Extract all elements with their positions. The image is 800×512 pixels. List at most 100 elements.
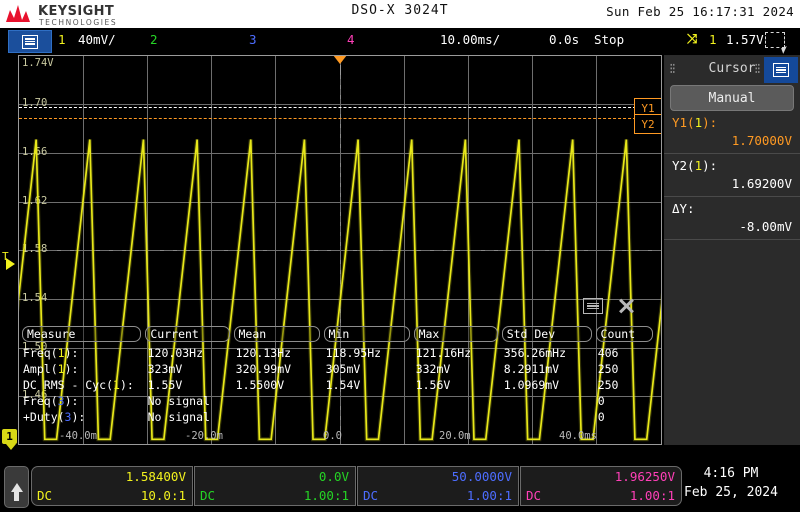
measurement-row[interactable]: DC RMS - Cyc(1): 1.55V 1.5500V 1.54V 1.56V 1.… bbox=[22, 377, 657, 393]
measurement-min: 118.95Hz bbox=[325, 346, 382, 360]
ch2-offset: 0.0V bbox=[318, 469, 349, 484]
measurement-max: 121.16Hz bbox=[415, 346, 472, 360]
measurement-stddev bbox=[503, 409, 597, 425]
measure-menu-icon[interactable] bbox=[583, 298, 603, 314]
h-label-3: 20.0m bbox=[439, 430, 471, 442]
measurement-mean bbox=[235, 393, 325, 409]
channel-1-ground-marker[interactable]: 1 bbox=[2, 429, 17, 450]
run-state[interactable]: Stop bbox=[594, 32, 624, 47]
cursor-sidebar: Cursor Manual Y1(1): 1.70000V Y2(1): 1.6920… bbox=[664, 55, 800, 445]
cursor-readout-label: Y1(1): bbox=[672, 115, 718, 130]
measurement-min: 305mV bbox=[325, 362, 361, 376]
measurement-row[interactable]: Freq(1): 120.03Hz 120.13Hz 118.95Hz 121.16Hz… bbox=[22, 345, 657, 361]
cursor-readout-row[interactable]: Y1(1): 1.70000V bbox=[664, 111, 800, 154]
ch1-scale[interactable]: 40mV/ bbox=[78, 32, 116, 47]
cursor-readout-label: Y2(1): bbox=[672, 158, 718, 173]
measurement-count: 406 bbox=[597, 346, 619, 360]
oscilloscope-screen: KEYSIGHT TECHNOLOGIES DSO-X 3024T Sun Fe… bbox=[0, 0, 800, 512]
cursor-readout-row[interactable]: ΔY: -8.00mV bbox=[664, 197, 800, 240]
sidebar-title: Cursor bbox=[708, 60, 756, 76]
cursor-readout-label: ΔY: bbox=[672, 201, 695, 216]
measurement-stddev bbox=[503, 393, 597, 409]
sidebar-header: Cursor bbox=[664, 55, 800, 83]
delay-value[interactable]: 0.0s bbox=[549, 32, 579, 47]
measurement-current: 1.55V bbox=[147, 378, 183, 392]
selection-cursor-icon[interactable] bbox=[765, 32, 785, 48]
ch3-offset: 50.0000V bbox=[451, 469, 512, 484]
bottom-ch4-box[interactable]: 1.96250V DC 1.00:1 bbox=[520, 466, 682, 506]
measurement-stddev: 8.2911mV bbox=[503, 362, 560, 376]
ch2-indicator[interactable]: 2 bbox=[150, 32, 158, 47]
measurement-toolbar bbox=[583, 297, 635, 315]
ch3-probe-ratio: 1.00:1 bbox=[466, 488, 512, 503]
trigger-source[interactable]: 1 bbox=[709, 32, 717, 47]
clock-date: Feb 25, 2024 bbox=[684, 485, 778, 500]
sidebar-menu-icon bbox=[773, 63, 789, 77]
cursor-readout-value: 1.69200V bbox=[731, 176, 792, 191]
measurement-count: 0 bbox=[597, 410, 605, 424]
col-header-max: Max bbox=[413, 326, 498, 342]
col-header-count: Count bbox=[595, 326, 653, 342]
trigger-level-marker-arrow[interactable] bbox=[6, 258, 15, 270]
h-label-0: -40.0m bbox=[59, 430, 97, 442]
close-icon[interactable] bbox=[617, 297, 635, 315]
ch4-indicator[interactable]: 4 bbox=[347, 32, 355, 47]
clock-time: 4:16 PM bbox=[703, 466, 759, 481]
ch1-indicator[interactable]: 1 bbox=[58, 32, 66, 47]
bottom-ch1-box[interactable]: 1.58400V DC 10.0:1 bbox=[31, 466, 193, 506]
measurement-min bbox=[325, 409, 415, 425]
bottom-ch2-box[interactable]: 0.0V DC 1.00:1 bbox=[194, 466, 356, 506]
measurement-stddev: 356.26mHz bbox=[503, 346, 567, 360]
ch3-indicator[interactable]: 3 bbox=[249, 32, 257, 47]
drag-handle-left-icon[interactable] bbox=[670, 63, 675, 74]
measurement-current: 323mV bbox=[147, 362, 183, 376]
cursor-y2-tag-label: Y2 bbox=[641, 117, 655, 131]
ch1-offset: 1.58400V bbox=[125, 469, 186, 484]
measurement-count: 0 bbox=[597, 394, 605, 408]
measurement-current: No signal bbox=[147, 394, 210, 408]
sidebar-menu-button[interactable] bbox=[764, 57, 798, 83]
measurement-min bbox=[325, 393, 415, 409]
ch2-coupling: DC bbox=[200, 488, 216, 503]
trigger-level[interactable]: 1.57V bbox=[726, 32, 764, 47]
measurement-table: Measure Current Mean Min Max Std Dev Cou… bbox=[22, 326, 657, 425]
measurement-row[interactable]: Ampl(1): 323mV 320.99mV 305mV 332mV 8.2911mV 2… bbox=[22, 361, 657, 377]
menu-strip: 1 40mV/ 2 3 4 10.00ms/ 0.0s Stop ⤨ 1 1.5… bbox=[0, 28, 800, 54]
col-header-mean: Mean bbox=[233, 326, 320, 342]
drag-handle-right-icon[interactable] bbox=[755, 63, 760, 74]
col-header-min: Min bbox=[323, 326, 410, 342]
cursor-y1-line[interactable] bbox=[19, 107, 661, 108]
h-label-2: 0.0 bbox=[323, 430, 342, 442]
measurement-max: 1.56V bbox=[415, 378, 451, 392]
measurement-mean bbox=[235, 409, 325, 425]
ch4-coupling: DC bbox=[526, 488, 542, 503]
cursor-readout-row[interactable]: Y2(1): 1.69200V bbox=[664, 154, 800, 197]
svg-text:TECHNOLOGIES: TECHNOLOGIES bbox=[38, 18, 117, 27]
measurement-max bbox=[415, 393, 503, 409]
main-menu-button[interactable] bbox=[8, 30, 52, 53]
measurement-mean: 120.13Hz bbox=[235, 346, 292, 360]
cursor-y2-tag[interactable]: Y2 bbox=[634, 114, 661, 134]
measurement-mean: 1.5500V bbox=[235, 378, 285, 392]
measurement-count: 250 bbox=[597, 378, 619, 392]
measurement-row[interactable]: +Duty(3): No signal 0 bbox=[22, 409, 657, 425]
trigger-position-marker[interactable] bbox=[333, 56, 347, 64]
measurement-current: No signal bbox=[147, 410, 210, 424]
cursor-y2-line[interactable] bbox=[19, 118, 661, 119]
cursor-y1-tag-label: Y1 bbox=[641, 101, 655, 115]
measurement-row[interactable]: Freq(3): No signal 0 bbox=[22, 393, 657, 409]
measurement-mean: 320.99mV bbox=[235, 362, 292, 376]
measurement-stddev: 1.0969mV bbox=[503, 378, 560, 392]
timebase-value[interactable]: 10.00ms/ bbox=[440, 32, 500, 47]
bottom-ch3-box[interactable]: 50.0000V DC 1.00:1 bbox=[357, 466, 519, 506]
cursor-mode-button[interactable]: Manual bbox=[670, 85, 794, 111]
measurement-header-row: Measure Current Mean Min Max Std Dev Cou… bbox=[22, 326, 657, 345]
bottom-clock: 4:16 PM Feb 25, 2024 bbox=[668, 466, 794, 500]
measurement-min: 1.54V bbox=[325, 378, 361, 392]
ch3-coupling: DC bbox=[363, 488, 379, 503]
h-label-4: 40.0ms bbox=[559, 430, 597, 442]
trigger-edge-icon[interactable]: ⤨ bbox=[687, 32, 697, 47]
expand-up-button[interactable] bbox=[4, 466, 29, 508]
col-header-current: Current bbox=[145, 326, 230, 342]
cursor-readout-value: -8.00mV bbox=[739, 219, 792, 234]
